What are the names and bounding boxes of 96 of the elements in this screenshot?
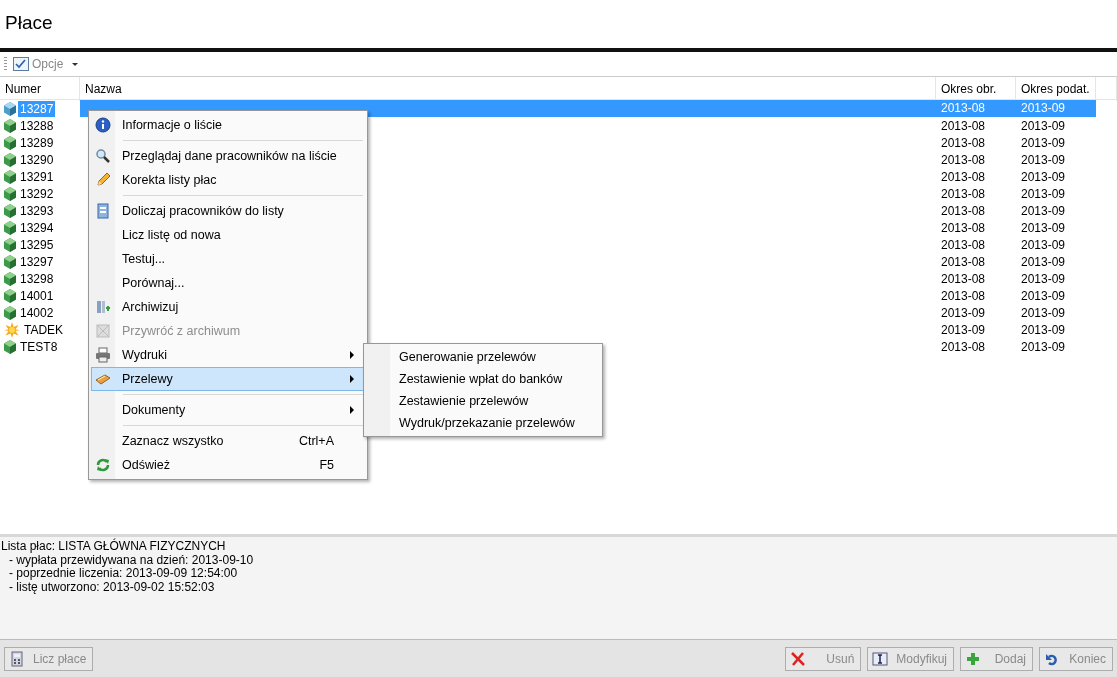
menu-item[interactable]: Przeglądaj dane pracowników na liście [91, 144, 365, 168]
menu-item[interactable]: Doliczaj pracowników do listy [91, 199, 365, 223]
gem-icon [4, 271, 16, 286]
info-line: - listę utworzono: 2013-09-02 15:52:03 [9, 579, 215, 594]
table-cell-text: 2013-09 [1020, 288, 1067, 303]
gem-icon [4, 220, 16, 235]
crossed-box-icon [95, 323, 111, 339]
info-icon [95, 117, 111, 133]
table-cell-text: 2013-08 [940, 271, 987, 286]
menu-item[interactable]: Generowanie przelewów [364, 346, 602, 368]
printer-icon [95, 347, 111, 363]
table-cell-text: 2013-09 [1020, 135, 1067, 150]
options-button[interactable]: Opcje [11, 57, 81, 71]
table-cell-text: 14001 [19, 287, 55, 304]
gem-icon [4, 339, 16, 354]
menu-item[interactable]: Wydruki [91, 343, 365, 367]
table-cell-text: 2013-08 [940, 288, 987, 303]
gem-icon [4, 305, 16, 320]
table-cell-text: 13292 [19, 185, 55, 202]
table-cell: 2013-08 [936, 100, 1016, 117]
menu-item[interactable]: Korekta listy płac [91, 168, 365, 192]
table-cell: 13287 [18, 100, 56, 117]
archive-icon [95, 299, 111, 315]
table-cell-text: 2013-08 [940, 203, 987, 218]
gem-icon [4, 135, 16, 150]
table-cell-text: 2013-09 [1020, 186, 1067, 201]
menu-item[interactable]: Testuj... [91, 247, 365, 271]
table-cell-text: 13295 [19, 236, 55, 253]
table-cell-text: 13289 [19, 134, 55, 151]
gem-icon [4, 101, 16, 116]
menu-item[interactable]: Informacje o liście [91, 113, 365, 137]
table-cell-text: 2013-08 [940, 254, 987, 269]
menu-item[interactable]: Licz listę od nowa [91, 223, 365, 247]
table-cell-text: 2013-09 [1020, 237, 1067, 252]
table-cell-text: 2013-08 [940, 237, 987, 252]
info-line: - poprzednie liczenia: 2013-09-09 12:54:00 [9, 566, 238, 580]
table-cell-text: 2013-09 [1020, 254, 1067, 269]
table-cell-text: TADEK [23, 321, 65, 338]
table-cell-text: 13290 [19, 151, 55, 168]
gem-icon [4, 169, 16, 184]
close-icon [790, 650, 807, 667]
pencil-icon [95, 172, 111, 188]
plus-icon [965, 650, 981, 667]
table-cell-text: 2013-08 [940, 220, 987, 235]
menu-item[interactable]: Przelewy [91, 367, 365, 391]
table-cell-text: 13298 [19, 270, 55, 287]
table-cell: 2013-09 [1016, 100, 1096, 117]
table-cell-text: 2013-09 [1020, 322, 1067, 337]
gem-icon [4, 237, 16, 252]
gem-icon [4, 152, 16, 167]
table-cell-text: 2013-08 [940, 152, 987, 167]
sun-icon [4, 321, 20, 338]
window-title: Płace [0, 0, 1117, 52]
checkbox-icon [13, 57, 29, 71]
text-cursor-icon [872, 650, 889, 667]
menu-item[interactable]: Wydruk/przekazanie przelewów [364, 412, 602, 434]
menu-item[interactable]: Zaznacz wszystko Ctrl+A [91, 429, 365, 453]
info-line: Lista płac: LISTA GŁÓWNA FIZYCZNYCH [1, 539, 226, 553]
table-cell-text: 2013-09 [1020, 203, 1067, 218]
table-cell-text: 2013-09 [1020, 339, 1067, 354]
document-icon [95, 203, 111, 219]
table-cell-text: 13294 [19, 219, 55, 236]
table-cell-text: 13297 [19, 253, 55, 270]
gem-icon [4, 288, 16, 303]
gem-icon [4, 186, 16, 201]
menu-item[interactable]: Zestawienie przelewów [364, 390, 602, 412]
refresh-icon [95, 457, 111, 473]
gem-icon [4, 254, 16, 269]
table-cell-text: 13293 [19, 202, 55, 219]
table-cell-text: 2013-09 [1020, 152, 1067, 167]
table-cell-text: 2013-08 [940, 135, 987, 150]
info-line: - wypłata przewidywana na dzień: 2013-09-10 [9, 552, 254, 567]
magnifier-icon [95, 148, 111, 164]
table-cell-text: 13291 [19, 168, 55, 185]
table-cell-text: 2013-09 [1020, 305, 1067, 320]
menu-item[interactable]: Zestawienie wpłat do banków [364, 368, 602, 390]
table-cell-text: 2013-09 [1020, 169, 1067, 184]
table-cell-text: TEST8 [19, 338, 59, 355]
menu-item[interactable]: Porównaj... [91, 271, 365, 295]
table-cell-text: 2013-08 [940, 186, 987, 201]
menu-item[interactable]: Dokumenty [91, 398, 365, 422]
menu-item[interactable]: Odśwież F5 [91, 453, 365, 477]
gem-icon [4, 203, 16, 218]
table-cell-text: 14002 [19, 304, 55, 321]
table-cell-text: 2013-09 [940, 322, 987, 337]
table-cell-text: 2013-08 [940, 118, 987, 133]
table-cell-text: 13288 [19, 117, 55, 134]
menu-item[interactable]: Archiwizuj [91, 295, 365, 319]
table-cell-text: 2013-09 [940, 305, 987, 320]
gem-icon [4, 118, 16, 133]
table-cell-text: 2013-09 [1020, 271, 1067, 286]
table-cell-text: 2013-08 [940, 169, 987, 184]
table-cell-text: 2013-09 [1020, 118, 1067, 133]
table-cell-text: 2013-09 [1020, 220, 1067, 235]
calculator-icon [9, 650, 25, 667]
table-cell-text: 2013-08 [940, 339, 987, 354]
